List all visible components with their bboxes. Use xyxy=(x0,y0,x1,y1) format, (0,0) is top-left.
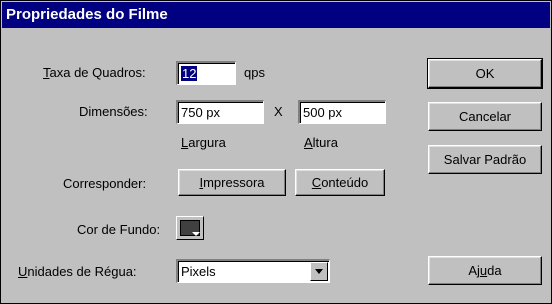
height-input[interactable]: 500 px xyxy=(298,100,386,124)
match-contents-button[interactable]: Conteúdo xyxy=(295,169,385,196)
ruler-units-label: Unidades de Régua: xyxy=(18,264,137,279)
dropdown-button[interactable] xyxy=(310,262,328,281)
width-caption: Largura xyxy=(181,135,226,150)
frame-rate-value: 12 xyxy=(181,66,198,81)
match-printer-button[interactable]: Impressora xyxy=(178,169,286,196)
help-button[interactable]: Aj u da xyxy=(428,256,542,285)
chevron-down-icon xyxy=(192,232,200,236)
background-color-label: Cor de Fundo: xyxy=(77,222,161,237)
match-label: Corresponder: xyxy=(63,176,147,191)
ruler-units-value: Pixels xyxy=(181,264,216,279)
ok-button[interactable]: OK xyxy=(427,58,543,89)
frame-rate-label: Taxa de Quadros: xyxy=(43,65,146,80)
save-default-button[interactable]: Salvar Padrão xyxy=(428,145,542,174)
dimensions-label: Dimensões: xyxy=(79,104,148,119)
frame-rate-input[interactable]: 12 xyxy=(176,61,236,85)
frame-rate-unit: qps xyxy=(244,65,265,80)
chevron-down-icon xyxy=(315,269,323,274)
background-color-picker[interactable] xyxy=(176,216,204,240)
cancel-button[interactable]: Cancelar xyxy=(428,102,542,131)
height-caption: Altura xyxy=(304,135,338,150)
ruler-units-select[interactable]: Pixels xyxy=(176,259,330,283)
width-input[interactable]: 750 px xyxy=(176,100,264,124)
movie-properties-dialog: Propriedades do Filme Taxa de Quadros: 1… xyxy=(0,0,552,304)
dialog-title: Propriedades do Filme xyxy=(2,2,550,28)
dimensions-separator: X xyxy=(274,104,283,119)
